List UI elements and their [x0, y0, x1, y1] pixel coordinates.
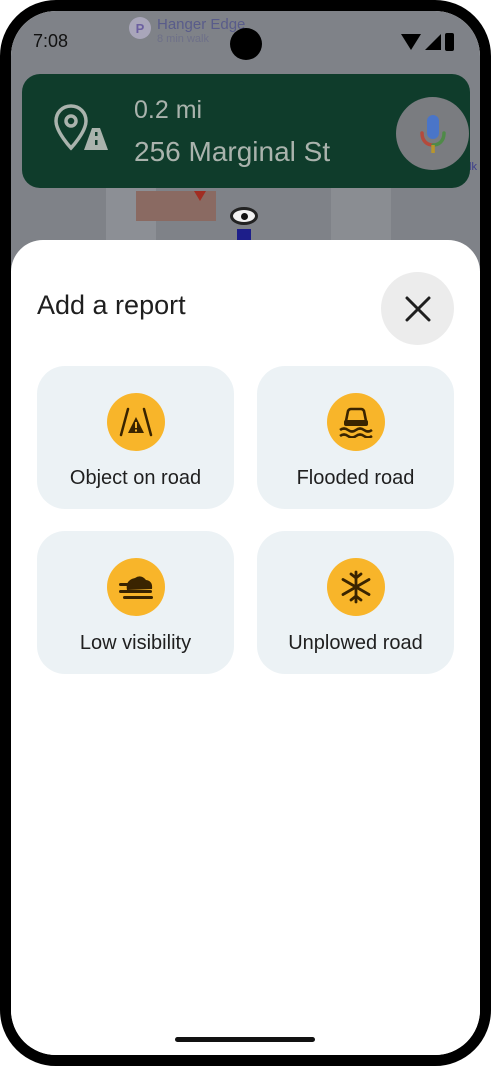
tile-label: Flooded road — [296, 467, 415, 489]
location-marker-icon — [230, 207, 258, 225]
wifi-icon — [401, 34, 421, 50]
sheet-title: Add a report — [37, 290, 186, 320]
nav-street: 256 Marginal St — [134, 136, 331, 167]
status-bar: 7:08 — [11, 11, 480, 67]
fog-icon — [106, 558, 165, 616]
voice-search-button[interactable] — [396, 97, 469, 170]
signal-icon — [425, 34, 441, 50]
report-options: Object on road Flooded road Low visibili… — [37, 366, 454, 674]
map-pin-icon — [194, 191, 206, 201]
nav-distance: 0.2 mi — [134, 96, 203, 124]
camera-cutout — [230, 28, 262, 60]
report-low-visibility[interactable]: Low visibility — [37, 531, 234, 674]
phone-frame: P Hanger Edge 8 min walk lk 7:08 0.2 mi … — [0, 0, 491, 1066]
snowflake-icon — [326, 558, 385, 616]
tile-label: Low visibility — [79, 632, 192, 654]
microphone-icon — [419, 114, 446, 153]
battery-icon — [445, 33, 454, 51]
navigation-card[interactable]: 0.2 mi 256 Marginal St — [22, 74, 470, 188]
report-flooded-road[interactable]: Flooded road — [257, 366, 454, 509]
tile-label: Unplowed road — [288, 632, 423, 654]
tile-label: Object on road — [69, 467, 202, 489]
close-icon — [405, 296, 430, 321]
location-route-icon — [54, 104, 110, 159]
map-label: lk — [469, 161, 477, 173]
road-hazard-icon — [106, 393, 165, 451]
report-unplowed-road[interactable]: Unplowed road — [257, 531, 454, 674]
report-sheet: Add a report Object on road Flooded road… — [11, 240, 480, 1055]
report-object-on-road[interactable]: Object on road — [37, 366, 234, 509]
status-icons — [401, 33, 454, 51]
close-button[interactable] — [381, 272, 454, 345]
status-time: 7:08 — [33, 31, 69, 51]
home-indicator[interactable] — [175, 1037, 315, 1042]
flooded-car-icon — [326, 393, 385, 451]
